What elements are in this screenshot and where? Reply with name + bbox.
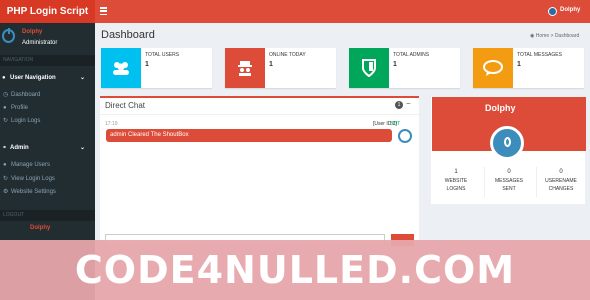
sidebar-group-label: Admin [10, 145, 29, 151]
refresh-icon: ↻ [3, 176, 9, 182]
info-box-total-users: TOTAL USERS 1 [101, 48, 212, 88]
stat-label-line: MESSAGES [494, 178, 524, 184]
sidebar-group-admin[interactable]: ⚬ Admin ⌄ [0, 141, 95, 156]
stat-label-line: CHANGES [548, 186, 574, 192]
info-value: 1 [145, 61, 149, 68]
breadcrumb-separator: > [550, 33, 554, 39]
user-avatar-icon[interactable] [548, 7, 557, 16]
sidebar-item-label: Dashboard [11, 92, 41, 98]
users-icon: ● [3, 162, 7, 168]
stat-value: 0 [507, 169, 511, 175]
top-user-name[interactable]: Dolphy [560, 7, 580, 13]
info-box-total-messages: TOTAL MESSAGES 1 [473, 48, 584, 88]
collapse-icon[interactable]: − [406, 99, 411, 108]
sidebar-bottom-logo: Dolphy [30, 225, 51, 231]
sidebar-group-label: User Navigation [10, 75, 56, 81]
sidebar-item-dashboard[interactable]: ◷ Dashboard [0, 89, 95, 102]
chat-message: admin Cleared The ShoutBox [106, 129, 392, 142]
chat-bot-label: BOT [390, 121, 401, 127]
person-icon: ● [3, 105, 7, 111]
sidebar-item-label: Profile [11, 105, 29, 111]
breadcrumb-current: Dashboard [554, 33, 580, 39]
stat-value: 1 [454, 169, 458, 175]
stat-label-line: SENT [502, 186, 516, 192]
shield-icon [349, 48, 389, 88]
sidebar-header-bottom: LOGOUT [0, 210, 95, 221]
sidebar-user-name: Dolphy [22, 29, 43, 35]
divider [484, 167, 485, 197]
key-icon: ⚬ [2, 145, 8, 151]
sidebar-item-profile[interactable]: ● Profile [0, 102, 95, 115]
info-label: TOTAL USERS [145, 52, 180, 58]
sidebar-item-label: Website Settings [11, 189, 56, 195]
stat-label: WEBSITE LOGINS [434, 177, 478, 193]
top-navbar [95, 0, 590, 23]
app-brand[interactable]: PHP Login Script [0, 0, 95, 23]
info-value: 1 [269, 61, 273, 68]
info-value: 1 [517, 61, 521, 68]
sidebar-item-manage-users[interactable]: ● Manage Users [0, 159, 95, 172]
sidebar-header-navigation: NAVIGATION [0, 55, 95, 66]
info-value: 1 [393, 61, 397, 68]
gear-icon: ⚙ [3, 189, 9, 195]
info-label: TOTAL ADMINS [393, 52, 430, 58]
dashboard-icon: ◷ [3, 92, 9, 98]
sidebar-user-role: Administrator [22, 40, 58, 46]
power-icon [398, 129, 412, 143]
chevron-down-icon: ⌄ [79, 145, 85, 151]
info-label: ONLINE TODAY [269, 52, 306, 58]
profile-name: Dolphy [485, 103, 516, 113]
sidebar-item-label: Login Logs [11, 118, 41, 124]
spy-icon [225, 48, 265, 88]
direct-chat-box [100, 96, 419, 241]
menu-toggle-icon[interactable] [100, 7, 107, 15]
chevron-down-icon: ⌄ [79, 75, 85, 81]
home-icon: ◉ [530, 33, 535, 39]
page-title: Dashboard [101, 29, 155, 41]
sidebar-item-label: Manage Users [11, 162, 51, 168]
info-label: TOTAL MESSAGES [517, 52, 562, 58]
breadcrumb-home[interactable]: Home [536, 33, 549, 39]
watermark-text: CODE4NULLED.COM [74, 248, 516, 292]
info-box-online-today: ONLINE TODAY 1 [225, 48, 336, 88]
chat-icon [473, 48, 513, 88]
stat-label-line: LOGINS [446, 186, 466, 192]
user-icon: ● [2, 75, 6, 81]
stat-value: 0 [559, 169, 563, 175]
refresh-icon: ↻ [3, 118, 9, 124]
chat-title: Direct Chat [105, 101, 146, 110]
divider [536, 167, 537, 197]
stat-label-line: WEBSITE [444, 178, 468, 184]
users-icon [101, 48, 141, 88]
stat-label: USERENAME CHANGES [539, 177, 583, 193]
sidebar-group-user-navigation[interactable]: ● User Navigation ⌄ [0, 71, 95, 86]
power-icon [2, 28, 15, 43]
chat-timestamp: 17:19 [105, 121, 118, 127]
sidebar-item-view-login-logs[interactable]: ↻ View Login Logs [0, 173, 95, 186]
divider [100, 114, 419, 115]
stat-label: MESSAGES SENT [487, 177, 531, 193]
breadcrumb: ◉ Home > Dashboard [530, 33, 579, 39]
sidebar-item-login-logs[interactable]: ↻ Login Logs [0, 115, 95, 128]
power-icon [490, 126, 524, 160]
info-box-total-admins: TOTAL ADMINS 1 [349, 48, 460, 88]
chat-count-badge: 1 [395, 101, 403, 109]
sidebar-item-label: View Login Logs [11, 176, 55, 182]
sidebar-item-website-settings[interactable]: ⚙ Website Settings [0, 186, 95, 199]
stat-label-line: USERENAME [545, 178, 577, 184]
